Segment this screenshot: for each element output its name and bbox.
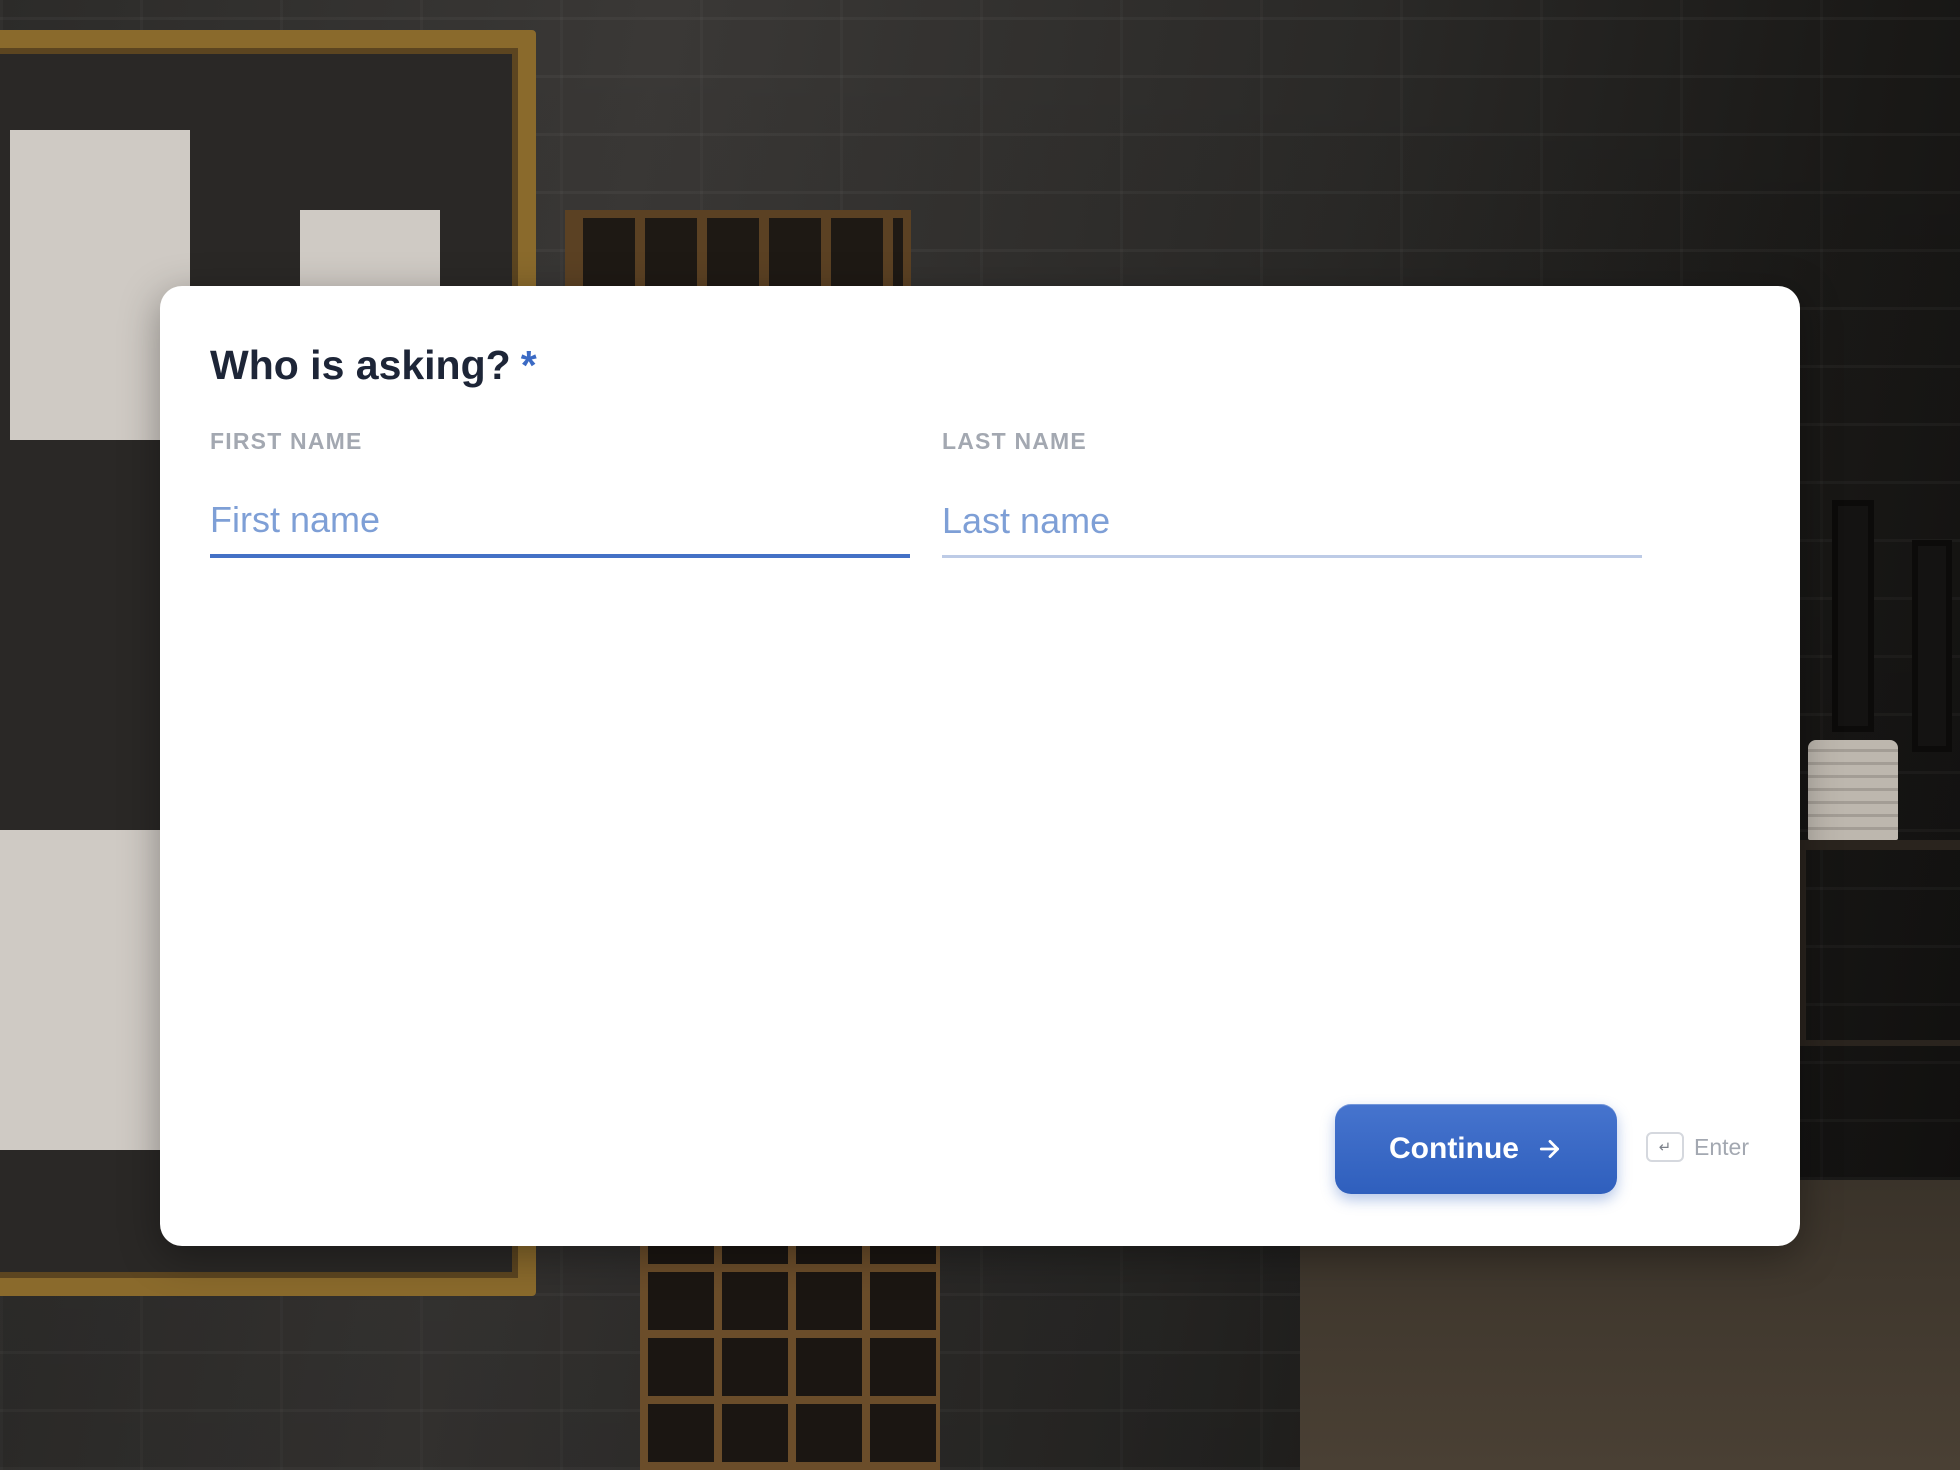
first-name-label: FIRST NAME bbox=[210, 428, 363, 454]
last-name-input[interactable] bbox=[942, 486, 1642, 558]
background-towels bbox=[1808, 740, 1898, 840]
background-cart bbox=[1800, 840, 1960, 1046]
enter-hint-label: Enter bbox=[1694, 1133, 1749, 1160]
background-cubby-lower bbox=[640, 1240, 940, 1470]
required-asterisk: * bbox=[520, 342, 537, 388]
background-paper bbox=[0, 830, 160, 1150]
form-card: Who is asking?* FIRST NAME LAST NAME Con… bbox=[160, 286, 1800, 1246]
background-door bbox=[1912, 540, 1952, 752]
question-title: Who is asking? * bbox=[210, 342, 537, 389]
continue-button[interactable]: Continue bbox=[1335, 1104, 1617, 1194]
arrow-right-icon bbox=[1539, 1140, 1559, 1158]
last-name-label: LAST NAME bbox=[942, 428, 1087, 454]
first-name-input[interactable] bbox=[210, 486, 910, 558]
question-text: Who is asking? bbox=[210, 342, 511, 388]
enter-key-icon: ↵ bbox=[1646, 1132, 1684, 1162]
background-paper bbox=[300, 210, 440, 290]
continue-label: Continue bbox=[1389, 1132, 1519, 1165]
background-door bbox=[1832, 500, 1874, 732]
enter-shortcut-hint: ↵ Enter bbox=[1646, 1132, 1749, 1162]
